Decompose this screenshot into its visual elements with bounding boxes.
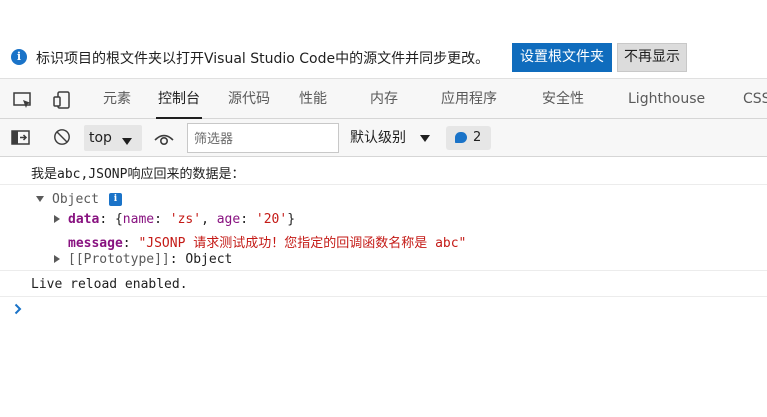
- clear-console-icon[interactable]: [52, 128, 72, 146]
- set-root-folder-button[interactable]: 设置根文件夹: [512, 43, 612, 72]
- tab-css[interactable]: CSS: [743, 79, 767, 119]
- property-data[interactable]: data: {name: 'zs', age: '20'}: [0, 211, 767, 229]
- inspect-element-icon[interactable]: [13, 91, 33, 109]
- log-text: Live reload enabled.: [31, 277, 188, 292]
- message-count: 2: [473, 130, 482, 145]
- console-toolbar: top 默认级别 2: [0, 119, 767, 157]
- filter-input[interactable]: [187, 123, 339, 153]
- property-key: name: [122, 212, 155, 227]
- tab-application[interactable]: 应用程序: [441, 79, 497, 119]
- log-text: 我是abc,JSONP响应回来的数据是：: [31, 167, 245, 182]
- console-prompt[interactable]: [0, 297, 767, 321]
- object-header[interactable]: Object i: [0, 191, 767, 209]
- dont-show-again-button[interactable]: 不再显示: [617, 43, 687, 72]
- live-expression-eye-icon[interactable]: [154, 130, 174, 148]
- info-icon: i: [11, 49, 27, 65]
- message-bubble-icon: [455, 132, 467, 143]
- show-sidebar-icon[interactable]: [11, 129, 31, 147]
- string-value: 'zs': [169, 212, 202, 227]
- property-key: age: [216, 212, 241, 227]
- info-icon[interactable]: i: [109, 193, 122, 206]
- tab-lighthouse[interactable]: Lighthouse: [628, 79, 705, 119]
- expand-triangle-icon[interactable]: [54, 215, 60, 223]
- string-value: '20': [255, 212, 288, 227]
- context-selector[interactable]: top: [84, 125, 142, 151]
- console-message: 我是abc,JSONP响应回来的数据是：: [0, 157, 767, 185]
- infobar: i 标识项目的根文件夹以打开Visual Studio Code中的源文件并同步…: [0, 0, 767, 78]
- chevron-down-icon: [420, 135, 430, 142]
- message-count-button[interactable]: 2: [446, 126, 491, 150]
- object-label: Object: [52, 192, 99, 207]
- log-level-dropdown[interactable]: 默认级别: [350, 125, 430, 151]
- chevron-down-icon: [122, 138, 132, 145]
- context-selector-label: top: [89, 130, 112, 146]
- prototype-value: Object: [185, 252, 233, 267]
- chevron-right-icon: [14, 303, 22, 315]
- tab-elements[interactable]: 元素: [103, 79, 131, 119]
- property-prototype[interactable]: [[Prototype]]: Object: [0, 249, 767, 271]
- punctuation: : {: [99, 212, 123, 227]
- tab-security[interactable]: 安全性: [542, 79, 584, 119]
- punctuation: }: [287, 212, 296, 227]
- tab-memory[interactable]: 内存: [370, 79, 398, 119]
- property-key: data: [68, 212, 100, 227]
- console-message: Live reload enabled.: [0, 271, 767, 297]
- log-level-label: 默认级别: [350, 130, 406, 146]
- console-output: 我是abc,JSONP响应回来的数据是： Object i data: {nam…: [0, 157, 767, 417]
- expand-triangle-icon[interactable]: [36, 196, 44, 202]
- property-key: [[Prototype]]: [68, 252, 170, 267]
- expand-triangle-icon[interactable]: [54, 255, 60, 263]
- tab-console[interactable]: 控制台: [156, 79, 202, 119]
- property-message: message: "JSONP 请求测试成功！您指定的回调函数名称是 abc": [68, 236, 467, 251]
- tab-sources[interactable]: 源代码: [228, 79, 270, 119]
- infobar-message: 标识项目的根文件夹以打开Visual Studio Code中的源文件并同步更改…: [36, 51, 490, 67]
- device-emulation-icon[interactable]: [52, 91, 72, 109]
- devtools-tabbar: 元素 控制台 源代码 性能 内存 应用程序 安全性 Lighthouse CSS: [0, 78, 767, 119]
- tab-performance[interactable]: 性能: [299, 79, 327, 119]
